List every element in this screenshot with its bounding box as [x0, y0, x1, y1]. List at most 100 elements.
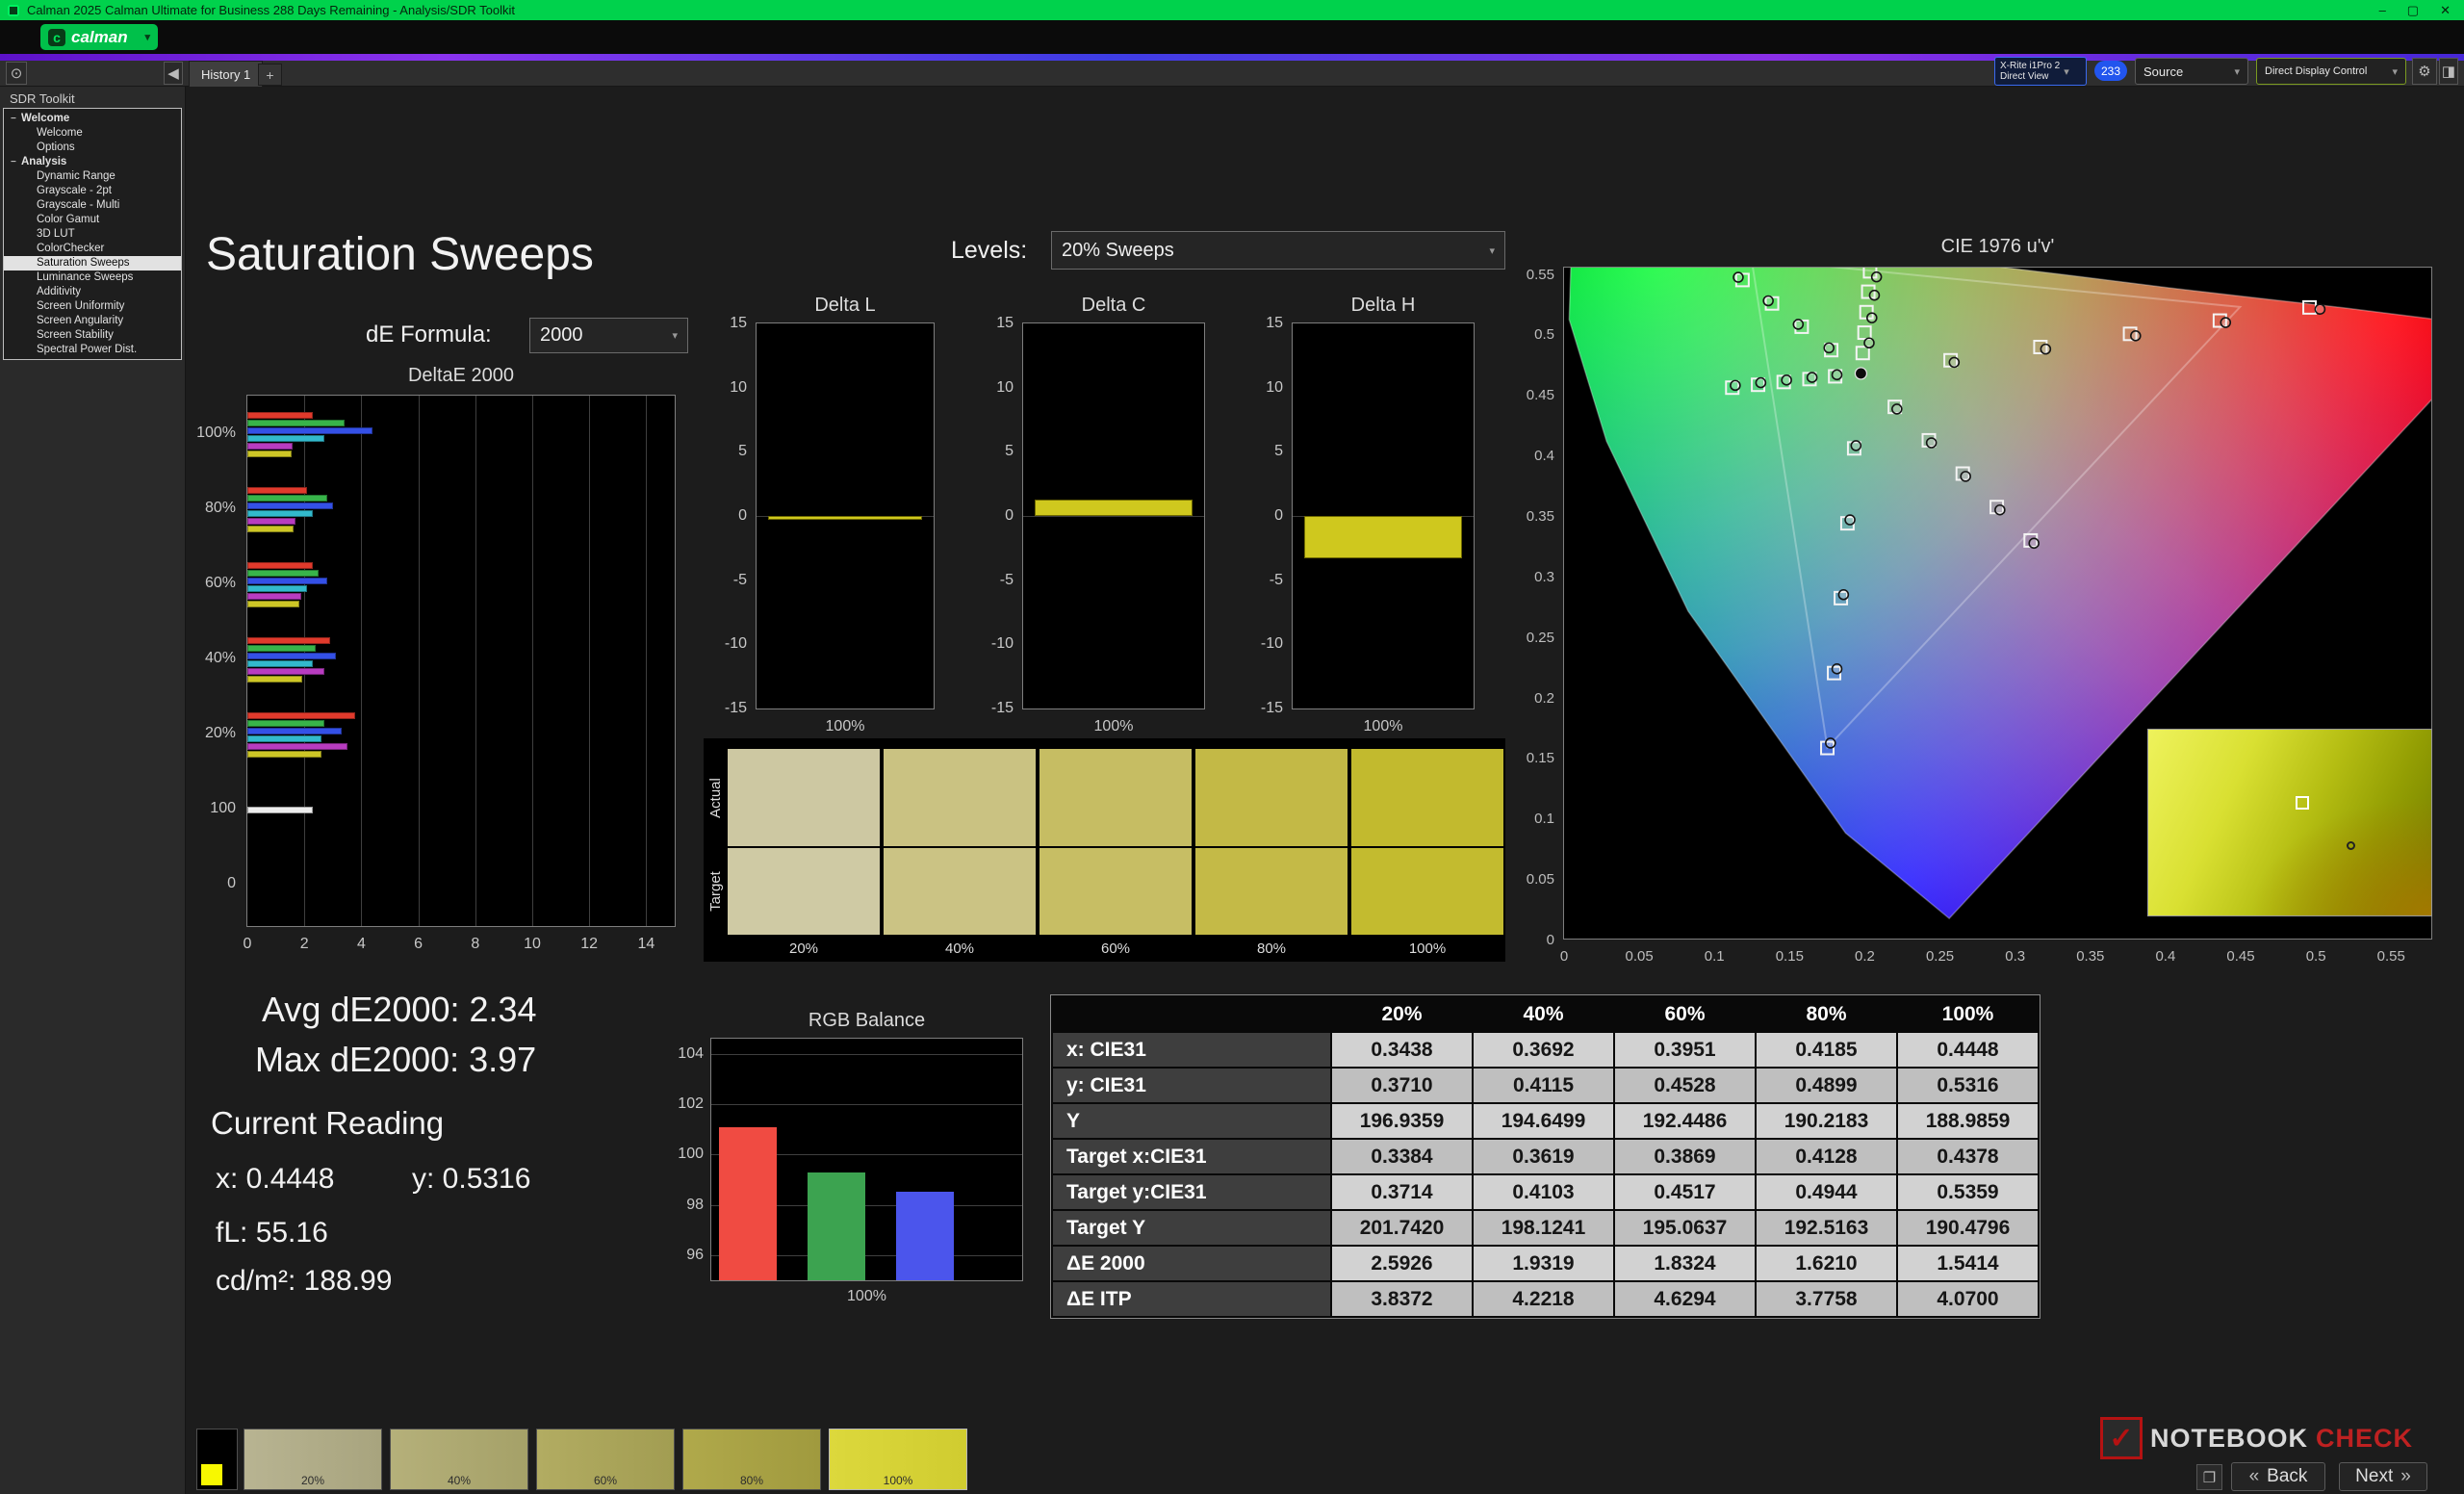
sidebar-item-spectral-power-dist-[interactable]: Spectral Power Dist. [4, 343, 181, 357]
table-row-label: ΔE ITP [1053, 1282, 1330, 1316]
settings-gear-button[interactable]: ⚙ [2412, 58, 2437, 85]
sidebar-item-welcome[interactable]: Welcome [4, 126, 181, 141]
x-axis-tick-label: 0.25 [1925, 948, 1955, 965]
filmstrip-tile-80[interactable]: 80% [682, 1429, 821, 1490]
pattern-window-button[interactable]: ❐ [2196, 1464, 2222, 1490]
y-axis-tick-label: 0 [1005, 507, 1014, 524]
y-axis-tick-label: 15 [730, 315, 747, 331]
new-tab-button[interactable]: + [258, 64, 282, 86]
workflow-button[interactable]: ⊙ [6, 62, 27, 85]
bar-cyan [247, 659, 314, 667]
bar-cyan [247, 509, 314, 517]
filmstrip-tile-40[interactable]: 40% [390, 1429, 528, 1490]
close-button[interactable]: ✕ [2440, 3, 2451, 18]
sidebar-collapse-button[interactable]: ◀ [164, 62, 183, 85]
table-cell: 192.5163 [1757, 1211, 1896, 1245]
source-label: Source [2143, 64, 2184, 79]
sidebar-item-colorchecker[interactable]: ColorChecker [4, 242, 181, 256]
table-cell: 0.4185 [1757, 1033, 1896, 1067]
x-axis-tick-label: 6 [414, 936, 424, 952]
chart-title: Delta L [814, 295, 876, 316]
sidebar-item-label: Screen Stability [37, 329, 114, 341]
sidebar-item-3d-lut[interactable]: 3D LUT [4, 227, 181, 242]
rgb-bar-blue [896, 1192, 954, 1280]
sidebar-item-analysis[interactable]: − Analysis [4, 155, 181, 169]
swatch-actual-40 [884, 749, 1036, 846]
table-cell: 0.3951 [1615, 1033, 1755, 1067]
back-arrow-icon: « [2248, 1466, 2260, 1486]
sidebar-item-color-gamut[interactable]: Color Gamut [4, 213, 181, 227]
meter-selector[interactable]: X-Rite i1Pro 2 Direct View ▾ [1994, 57, 2087, 86]
bar-red [247, 486, 308, 494]
swatch-level-label: 60% [1100, 940, 1131, 957]
y-axis-tick-label: 0.4 [1534, 448, 1554, 465]
sidebar-item-grayscale-2pt[interactable]: Grayscale - 2pt [4, 184, 181, 198]
tree-expander-icon[interactable]: − [11, 112, 16, 126]
y-axis-tick-label: 0 [1274, 507, 1283, 524]
swatch-level-label: 80% [1256, 940, 1287, 957]
sidebar-item-additivity[interactable]: Additivity [4, 285, 181, 299]
swatch-actual-60 [1040, 749, 1192, 846]
bar-green [247, 494, 327, 502]
sidebar-item-luminance-sweeps[interactable]: Luminance Sweeps [4, 270, 181, 285]
back-button[interactable]: « Back [2231, 1462, 2325, 1491]
y-axis-tick-label: 0.15 [1526, 750, 1554, 767]
filmstrip-tile-60[interactable]: 60% [536, 1429, 675, 1490]
sidebar-item-screen-uniformity[interactable]: Screen Uniformity [4, 299, 181, 314]
filmstrip-tile-20[interactable]: 20% [244, 1429, 382, 1490]
x-axis-tick-label: 0.35 [2076, 948, 2105, 965]
x-axis-tick-label: 4 [356, 936, 366, 952]
maximize-button[interactable]: ▢ [2407, 3, 2419, 18]
bar-blue [247, 426, 373, 434]
sidebar-item-label: 3D LUT [37, 228, 75, 240]
calman-menu-button[interactable]: c calman ▾ [40, 24, 158, 50]
panel-toggle-button[interactable]: ◨ [2439, 58, 2458, 85]
sidebar-item-welcome[interactable]: − Welcome [4, 112, 181, 126]
next-button[interactable]: Next » [2339, 1462, 2427, 1491]
measured-marker-yellow [1866, 312, 1878, 323]
sidebar-item-label: Dynamic Range [37, 170, 116, 182]
x-axis-tick-label: 0 [1559, 948, 1569, 965]
bar-white [247, 806, 314, 813]
swatch-actual-100 [1351, 749, 1503, 846]
x-axis-tick-label: 0.2 [1855, 948, 1875, 965]
table-cell: 0.4944 [1757, 1175, 1896, 1209]
source-dropdown[interactable]: Source ▾ [2135, 58, 2248, 85]
sidebar-item-screen-angularity[interactable]: Screen Angularity [4, 314, 181, 328]
y-axis-tick-label: 100 [210, 800, 236, 816]
calman-logo-text: calman [71, 27, 128, 46]
table-cell: 0.3710 [1332, 1069, 1472, 1102]
bar-yellow [247, 450, 292, 457]
y-axis-tick-label: 0.5 [1534, 326, 1554, 344]
measured-marker-magenta [1891, 403, 1903, 415]
tab-history-1[interactable]: History 1 [189, 61, 264, 87]
y-axis-tick-label: 10 [730, 378, 747, 396]
sidebar-item-grayscale-multi[interactable]: Grayscale - Multi [4, 198, 181, 213]
filmstrip-tile-100[interactable]: 100% [829, 1429, 967, 1490]
sidebar-item-saturation-sweeps[interactable]: Saturation Sweeps [4, 256, 181, 270]
x-axis-tick-label: 8 [471, 936, 480, 952]
measured-marker-yellow [1870, 270, 1883, 283]
watermark-text: NOTEBOOK [2150, 1423, 2309, 1453]
table-row: ΔE 2000 2.5926 1.9319 1.8324 1.6210 1.5414 [1053, 1247, 2038, 1280]
table-cell: 2.5926 [1332, 1247, 1472, 1280]
sidebar-item-options[interactable]: Options [4, 141, 181, 155]
table-row-label: Target Y [1053, 1211, 1330, 1245]
de-formula-dropdown[interactable]: 2000 ▾ [529, 318, 688, 353]
pattern-color-swatch [201, 1464, 222, 1485]
bar-cyan [247, 434, 324, 442]
filmstrip-pattern-tile[interactable] [196, 1429, 238, 1490]
tree-expander-icon[interactable]: − [11, 155, 16, 169]
minimize-button[interactable]: – [2379, 3, 2386, 18]
levels-dropdown[interactable]: 20% Sweeps ▾ [1051, 231, 1505, 270]
bar-magenta [247, 592, 302, 600]
display-control-dropdown[interactable]: Direct Display Control ▾ [2256, 58, 2406, 85]
table-cell: 0.4528 [1615, 1069, 1755, 1102]
sidebar-item-dynamic-range[interactable]: Dynamic Range [4, 169, 181, 184]
bar-magenta [247, 742, 347, 750]
sidebar-item-label: Welcome [21, 113, 70, 124]
sidebar-item-screen-stability[interactable]: Screen Stability [4, 328, 181, 343]
table-cell: 4.6294 [1615, 1282, 1755, 1316]
swatch-target-100 [1351, 848, 1503, 935]
app-window: Calman 2025 Calman Ultimate for Business… [0, 0, 2464, 1494]
